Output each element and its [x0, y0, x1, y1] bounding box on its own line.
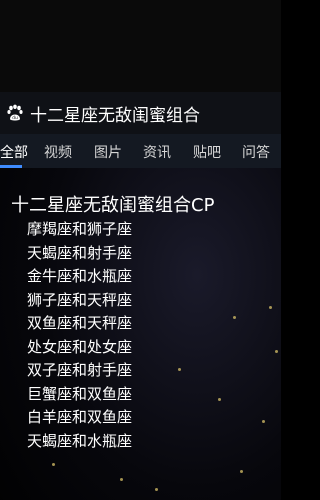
svg-text:du: du: [12, 115, 18, 121]
baidu-paw-icon: du: [4, 102, 26, 124]
list-item: 处女座和处女座: [27, 337, 133, 356]
tab-all[interactable]: 全部: [0, 142, 28, 162]
top-blank-area: [0, 0, 281, 92]
tab-qa[interactable]: 问答: [242, 142, 270, 162]
star-dot: [262, 420, 265, 423]
tab-tieba[interactable]: 贴吧: [193, 142, 221, 162]
star-dot: [275, 350, 278, 353]
list-item: 金牛座和水瓶座: [27, 267, 133, 285]
video-caption-title: 十二星座无敌闺蜜组合CP: [11, 195, 215, 216]
star-dot: [120, 478, 123, 481]
tab-news[interactable]: 资讯: [143, 142, 171, 162]
star-dot: [240, 470, 243, 473]
tab-video[interactable]: 视频: [44, 142, 72, 162]
star-dot: [155, 488, 158, 491]
search-header[interactable]: du 十二星座无敌闺蜜组合: [0, 92, 281, 135]
tab-images[interactable]: 图片: [94, 142, 122, 162]
constellation-pair-list: 摩羯座和狮子座 天蝎座和射手座 金牛座和水瓶座 狮子座和天秤座 双鱼座和天秤座 …: [27, 218, 132, 453]
list-item: 摩羯座和狮子座: [27, 220, 133, 238]
star-dot: [178, 368, 181, 371]
search-query-text[interactable]: 十二星座无敌闺蜜组合: [30, 101, 200, 126]
star-dot: [52, 463, 55, 466]
list-item: 狮子座和天秤座: [27, 290, 133, 309]
list-item: 白羊座和双鱼座: [27, 408, 133, 426]
star-dot: [233, 316, 236, 319]
list-item: 天蝎座和射手座: [27, 243, 133, 262]
tab-bar: 全部 视频 图片 资讯 贴吧 问答: [0, 134, 281, 168]
list-item: 双鱼座和天秤座: [27, 314, 133, 332]
list-item: 天蝎座和水瓶座: [27, 431, 133, 450]
star-dot: [218, 398, 221, 401]
star-dot: [269, 306, 272, 309]
active-tab-indicator: [0, 165, 22, 168]
list-item: 双子座和射手座: [27, 361, 133, 379]
list-item: 巨蟹座和双鱼座: [27, 384, 133, 403]
